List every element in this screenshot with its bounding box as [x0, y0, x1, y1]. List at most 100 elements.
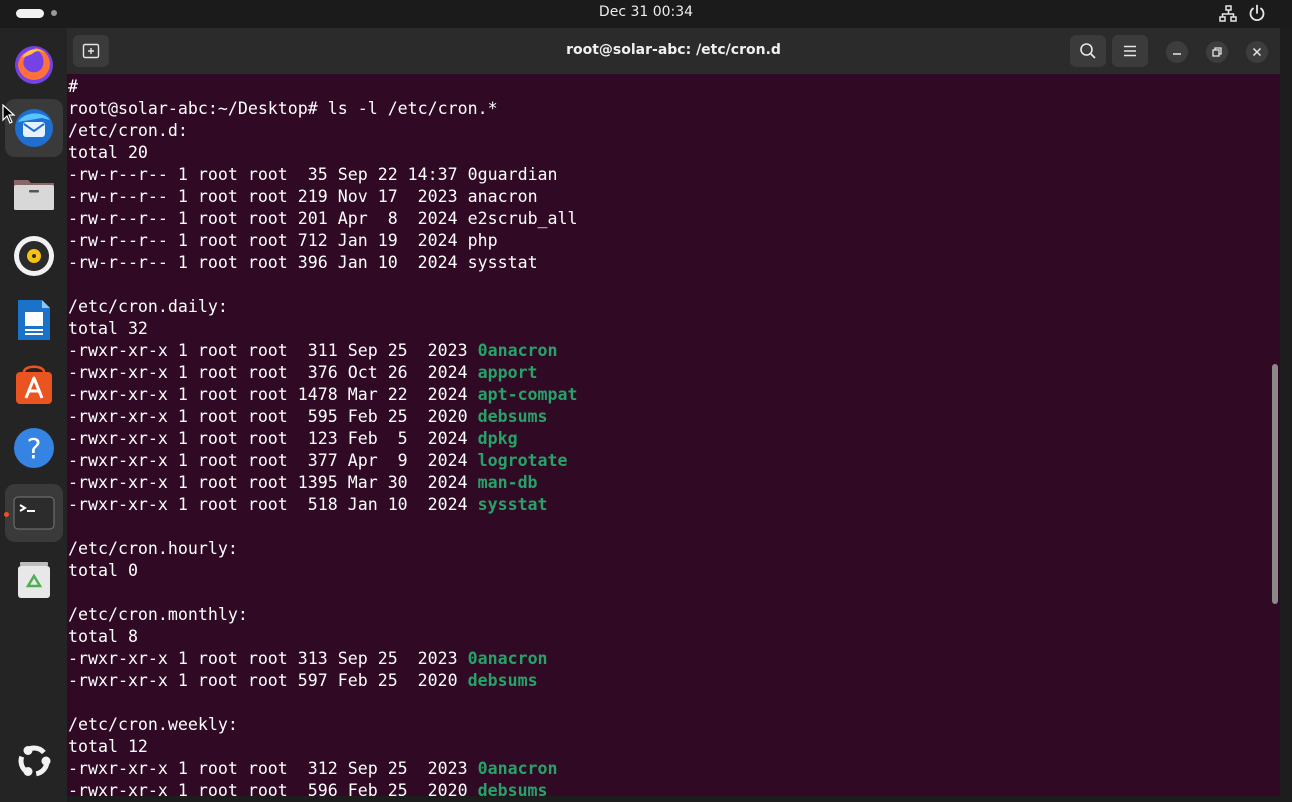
scrollbar[interactable]	[1272, 364, 1278, 604]
terminal-line-text: -rwxr-xr-x 1 root root 312 Sep 25 2023	[68, 759, 478, 778]
dock-terminal[interactable]	[5, 484, 63, 542]
terminal-output[interactable]: # root@solar-abc:~/Desktop# ls -l /etc/cr…	[68, 76, 1263, 796]
terminal-line-text: total 12	[68, 737, 148, 756]
terminal-line-text: /etc/cron.weekly:	[68, 715, 238, 734]
terminal-line: -rwxr-xr-x 1 root root 123 Feb 5 2024 dp…	[68, 428, 1263, 450]
files-icon	[14, 180, 54, 210]
terminal-line: total 20	[68, 142, 1263, 164]
thunderbird-icon	[15, 109, 53, 147]
network-icon[interactable]	[1218, 4, 1238, 24]
top-bar: Dec 31 00:34	[0, 0, 1292, 28]
trash-icon	[18, 562, 50, 598]
terminal-line-text: -rwxr-xr-x 1 root root 311 Sep 25 2023	[68, 341, 478, 360]
terminal-line: total 8	[68, 626, 1263, 648]
terminal-line-text: root@solar-abc:~/Desktop# ls -l /etc/cro…	[68, 99, 498, 118]
terminal-line-text: -rwxr-xr-x 1 root root 596 Feb 25 2020	[68, 781, 478, 796]
firefox-icon	[15, 46, 53, 84]
terminal-line: #	[68, 76, 1263, 98]
terminal-line: /etc/cron.daily:	[68, 296, 1263, 318]
terminal-line: total 0	[68, 560, 1263, 582]
power-icon[interactable]	[1247, 3, 1267, 23]
terminal-line-text: -rw-r--r-- 1 root root 35 Sep 22 14:37	[68, 165, 468, 184]
terminal-line-text: -rwxr-xr-x 1 root root 595 Feb 25 2020	[68, 407, 478, 426]
executable-filename: 0anacron	[477, 341, 558, 360]
filename: php	[467, 231, 498, 250]
terminal-line-text: total 32	[68, 319, 148, 338]
terminal-line: -rwxr-xr-x 1 root root 597 Feb 25 2020 d…	[68, 670, 1263, 692]
terminal-line-text: -rwxr-xr-x 1 root root 1478 Mar 22 2024	[68, 385, 478, 404]
terminal-line: /etc/cron.monthly:	[68, 604, 1263, 626]
terminal-line-text: -rwxr-xr-x 1 root root 597 Feb 25 2020	[68, 671, 468, 690]
ubuntu-icon	[18, 745, 51, 777]
terminal-line-text: -rw-r--r-- 1 root root 201 Apr 8 2024	[68, 209, 468, 228]
filename: sysstat	[467, 253, 538, 272]
writer-icon	[18, 300, 50, 340]
dock-writer[interactable]	[5, 291, 63, 349]
dock-app-center[interactable]	[5, 355, 63, 413]
dock-firefox[interactable]	[5, 35, 63, 93]
terminal-line: total 12	[68, 736, 1263, 758]
terminal-line: /etc/cron.hourly:	[68, 538, 1263, 560]
close-button[interactable]	[1246, 41, 1268, 63]
executable-filename: 0anacron	[477, 759, 558, 778]
terminal-line-text: -rwxr-xr-x 1 root root 1395 Mar 30 2024	[68, 473, 478, 492]
dock-show-apps[interactable]	[5, 732, 63, 790]
screen-bottom-edge	[67, 796, 1292, 802]
dock-files[interactable]	[5, 163, 63, 221]
terminal-line-text: /etc/cron.hourly:	[68, 539, 238, 558]
terminal-running-indicator	[4, 512, 9, 517]
terminal-line: -rwxr-xr-x 1 root root 377 Apr 9 2024 lo…	[68, 450, 1263, 472]
terminal-line: -rwxr-xr-x 1 root root 595 Feb 25 2020 d…	[68, 406, 1263, 428]
hamburger-menu-icon	[1124, 45, 1136, 57]
terminal-line: -rw-r--r-- 1 root root 35 Sep 22 14:37 0…	[68, 164, 1263, 186]
search-button[interactable]	[1070, 35, 1106, 67]
terminal-line-text: total 0	[68, 561, 138, 580]
svg-text:?: ?	[27, 432, 42, 465]
executable-filename: man-db	[477, 473, 538, 492]
terminal-line-text: #	[68, 77, 78, 96]
terminal-line-text: -rw-r--r-- 1 root root 712 Jan 19 2024	[68, 231, 468, 250]
executable-filename: debsums	[467, 671, 538, 690]
terminal-line: -rw-r--r-- 1 root root 201 Apr 8 2024 e2…	[68, 208, 1263, 230]
executable-filename: logrotate	[477, 451, 568, 470]
executable-filename: sysstat	[477, 495, 548, 514]
maximize-button[interactable]	[1206, 41, 1228, 63]
terminal-line: -rwxr-xr-x 1 root root 1478 Mar 22 2024 …	[68, 384, 1263, 406]
rhythmbox-icon	[14, 236, 54, 276]
dock-rhythmbox[interactable]	[5, 227, 63, 285]
terminal-line-text: -rwxr-xr-x 1 root root 377 Apr 9 2024	[68, 451, 478, 470]
terminal-line-text: -rwxr-xr-x 1 root root 123 Feb 5 2024	[68, 429, 478, 448]
window-headerbar: root@solar-abc: /etc/cron.d	[67, 28, 1280, 74]
terminal-line-text: -rwxr-xr-x 1 root root 313 Sep 25 2023	[68, 649, 468, 668]
terminal-line-text: -rwxr-xr-x 1 root root 518 Jan 10 2024	[68, 495, 478, 514]
executable-filename: apt-compat	[477, 385, 578, 404]
executable-filename: debsums	[477, 407, 548, 426]
dock-help[interactable]: ?	[5, 419, 63, 477]
terminal-line: -rwxr-xr-x 1 root root 1395 Mar 30 2024 …	[68, 472, 1263, 494]
terminal-line: /etc/cron.d:	[68, 120, 1263, 142]
terminal-line: -rw-r--r-- 1 root root 396 Jan 10 2024 s…	[68, 252, 1263, 274]
terminal-line: root@solar-abc:~/Desktop# ls -l /etc/cro…	[68, 98, 1263, 120]
close-icon	[1252, 47, 1262, 57]
dock: ?	[0, 28, 67, 802]
minimize-icon	[1173, 53, 1181, 55]
terminal-line: -rw-r--r-- 1 root root 712 Jan 19 2024 p…	[68, 230, 1263, 252]
screen-edge	[1280, 28, 1292, 802]
executable-filename: debsums	[477, 781, 548, 796]
executable-filename: apport	[477, 363, 538, 382]
terminal-line: -rwxr-xr-x 1 root root 312 Sep 25 2023 0…	[68, 758, 1263, 780]
executable-filename: dpkg	[477, 429, 518, 448]
terminal-line: total 32	[68, 318, 1263, 340]
clock[interactable]: Dec 31 00:34	[0, 4, 1292, 20]
help-icon: ?	[14, 428, 54, 468]
terminal-window: root@solar-abc: /etc/cron.d # root@solar…	[67, 28, 1280, 796]
search-icon	[1080, 43, 1096, 59]
minimize-button[interactable]	[1166, 41, 1188, 63]
restore-icon	[1212, 47, 1222, 57]
terminal-line-text: /etc/cron.daily:	[68, 297, 228, 316]
menu-button[interactable]	[1112, 35, 1148, 67]
terminal-line: -rw-r--r-- 1 root root 219 Nov 17 2023 a…	[68, 186, 1263, 208]
dock-trash[interactable]	[5, 549, 63, 607]
